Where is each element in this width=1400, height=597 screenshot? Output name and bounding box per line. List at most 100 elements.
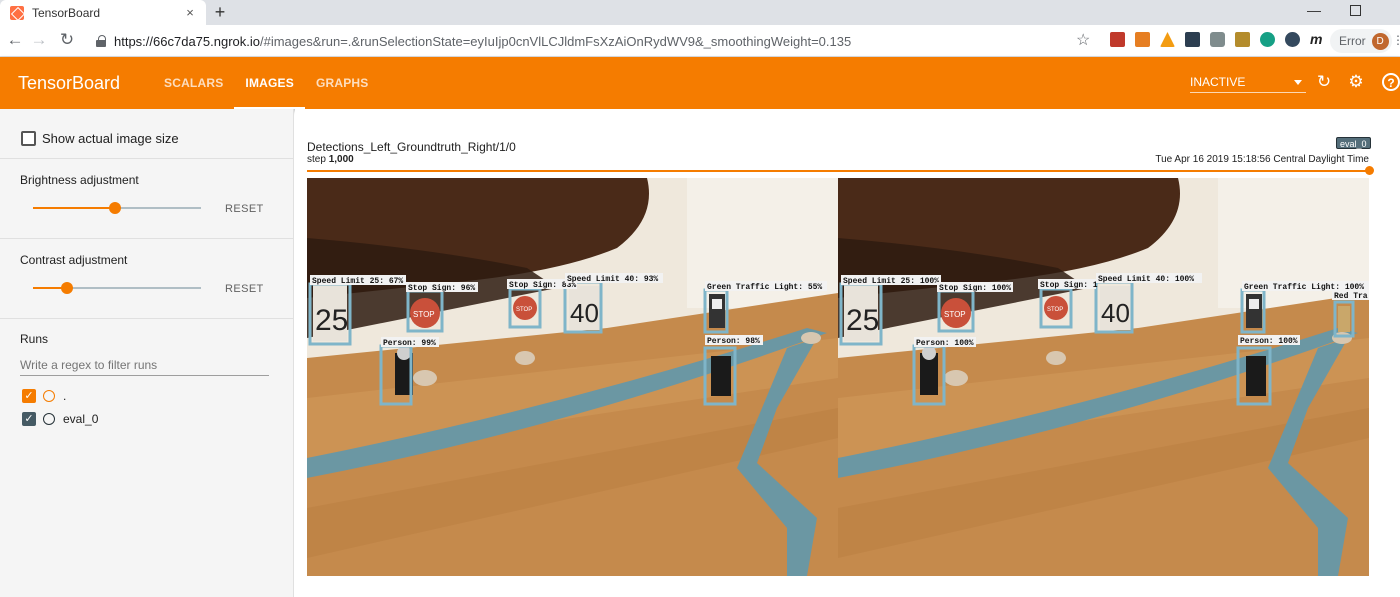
brightness-section: Brightness adjustment RESET xyxy=(0,159,294,239)
inactive-dashboards-dropdown[interactable]: INACTIVE xyxy=(1190,71,1306,93)
new-tab-button[interactable]: + xyxy=(210,1,230,23)
svg-text:Speed Limit 25: 67%: Speed Limit 25: 67% xyxy=(312,277,403,286)
brightness-reset-button[interactable]: RESET xyxy=(225,203,264,215)
browser-menu-icon[interactable]: ⋮ xyxy=(1392,33,1400,47)
svg-text:Red Tra: Red Tra xyxy=(1334,292,1368,301)
image-tag-title: Detections_Left_Groundtruth_Right/1/0 xyxy=(307,140,516,154)
contrast-slider[interactable] xyxy=(33,282,201,294)
svg-text:STOP: STOP xyxy=(413,310,435,319)
tab-images[interactable]: IMAGES xyxy=(234,57,305,109)
groundtruth-image-right: 25 STOP STOP 40 Speed Limit 25: 100% Sto… xyxy=(838,178,1369,576)
svg-text:Speed Limit 40: 93%: Speed Limit 40: 93% xyxy=(567,275,658,284)
contrast-title: Contrast adjustment xyxy=(20,253,128,267)
show-actual-size-checkbox[interactable] xyxy=(21,131,36,146)
run-name: eval_0 xyxy=(63,412,99,426)
tab-scalars[interactable]: SCALARS xyxy=(153,57,234,109)
extension-1-icon[interactable] xyxy=(1110,32,1125,47)
close-tab-icon[interactable]: × xyxy=(182,5,198,20)
extension-7-icon[interactable] xyxy=(1260,32,1275,47)
bookmark-star-icon[interactable]: ☆ xyxy=(1076,30,1090,50)
url-path: /#images&run=.&runSelectionState=eyIuIjp… xyxy=(260,33,852,49)
camera-extension-icon[interactable] xyxy=(1210,32,1225,47)
extension-4-icon[interactable] xyxy=(1185,32,1200,47)
contrast-reset-button[interactable]: RESET xyxy=(225,283,264,295)
svg-text:STOP: STOP xyxy=(516,307,532,313)
forward-arrow-icon[interactable]: → xyxy=(28,29,50,51)
back-arrow-icon[interactable]: ← xyxy=(4,29,26,51)
svg-text:Person: 98%: Person: 98% xyxy=(707,337,760,346)
svg-text:Person: 100%: Person: 100% xyxy=(1240,337,1298,346)
run-badge: eval_0 xyxy=(1336,137,1371,149)
help-icon[interactable]: ? xyxy=(1382,73,1400,91)
extension-6-icon[interactable] xyxy=(1235,32,1250,47)
detections-image-left: 25 STOP STOP 40 Speed Limit 25: 67% Stop… xyxy=(307,178,838,576)
error-label: Error xyxy=(1339,34,1366,48)
reload-data-icon[interactable]: ↻ xyxy=(1314,72,1334,92)
svg-text:25: 25 xyxy=(315,304,348,337)
address-bar[interactable]: https://66c7da75.ngrok.io /#images&run=.… xyxy=(88,28,1108,54)
brightness-slider-knob[interactable] xyxy=(109,202,122,214)
step-slider-knob[interactable] xyxy=(1365,166,1374,175)
m-extension-icon[interactable]: m xyxy=(1310,32,1325,47)
svg-text:Person: 100%: Person: 100% xyxy=(916,339,974,348)
run-row-dot[interactable]: ✓ . xyxy=(22,387,66,405)
browser-tab[interactable]: TensorBoard × xyxy=(0,0,206,25)
run-color-circle-icon xyxy=(43,413,55,425)
svg-text:Speed Limit 40: 100%: Speed Limit 40: 100% xyxy=(1098,275,1194,284)
tensorboard-favicon-icon xyxy=(10,5,24,20)
tensorboard-header: TensorBoard SCALARS IMAGES GRAPHS INACTI… xyxy=(0,57,1400,109)
sidebar: Show actual image size Brightness adjust… xyxy=(0,109,294,597)
svg-text:25: 25 xyxy=(846,304,879,337)
contrast-slider-knob[interactable] xyxy=(60,282,73,294)
run-color-circle-icon xyxy=(43,390,55,402)
step-slider[interactable] xyxy=(307,166,1374,175)
dashboard-tabs: SCALARS IMAGES GRAPHS xyxy=(153,57,380,109)
contrast-section: Contrast adjustment RESET xyxy=(0,239,294,319)
run-name: . xyxy=(63,389,67,403)
show-actual-size-label: Show actual image size xyxy=(42,131,179,146)
extension-2-icon[interactable] xyxy=(1135,32,1150,47)
run-filter-input[interactable] xyxy=(20,354,269,376)
svg-text:Stop Sign: 100%: Stop Sign: 100% xyxy=(939,284,1011,293)
dropdown-caret-icon xyxy=(1294,80,1302,85)
svg-text:Speed Limit 25: 100%: Speed Limit 25: 100% xyxy=(843,277,939,286)
inactive-dropdown-label: INACTIVE xyxy=(1190,75,1246,89)
extension-icons: m xyxy=(1110,32,1325,47)
brightness-slider-fill xyxy=(33,207,116,209)
svg-text:Person: 99%: Person: 99% xyxy=(383,339,436,348)
profile-error-button[interactable]: Error D xyxy=(1330,29,1392,53)
step-label: step xyxy=(307,154,326,165)
browser-tab-title: TensorBoard xyxy=(32,5,101,20)
lock-icon xyxy=(96,35,106,47)
svg-text:Stop Sign: 1: Stop Sign: 1 xyxy=(1040,281,1098,290)
vlc-extension-icon[interactable] xyxy=(1160,32,1175,47)
extension-8-icon[interactable] xyxy=(1285,32,1300,47)
svg-text:40: 40 xyxy=(1101,298,1130,328)
run-row-eval-0[interactable]: ✓ eval_0 xyxy=(22,410,98,428)
run-checkbox[interactable]: ✓ xyxy=(22,412,36,426)
run-checkbox[interactable]: ✓ xyxy=(22,389,36,403)
svg-text:Stop Sign: 96%: Stop Sign: 96% xyxy=(408,284,475,293)
reload-icon[interactable]: ↻ xyxy=(56,29,78,51)
svg-text:STOP: STOP xyxy=(944,310,966,319)
minimize-window-icon[interactable]: — xyxy=(1296,0,1332,22)
step-indicator: step 1,000 xyxy=(307,154,354,165)
browser-toolbar: ← → ↻ https://66c7da75.ngrok.io /#images… xyxy=(0,25,1400,57)
step-value: 1,000 xyxy=(328,154,354,165)
image-timestamp: Tue Apr 16 2019 15:18:56 Central Dayligh… xyxy=(1155,154,1369,165)
browser-tab-strip: TensorBoard × + — xyxy=(0,0,1400,25)
images-main-panel: Detections_Left_Groundtruth_Right/1/0 ev… xyxy=(295,109,1400,597)
settings-gear-icon[interactable]: ⚙ xyxy=(1346,72,1366,92)
runs-title: Runs xyxy=(20,332,49,346)
tab-graphs[interactable]: GRAPHS xyxy=(305,57,380,109)
avatar: D xyxy=(1371,32,1389,50)
maximize-window-icon[interactable] xyxy=(1336,0,1372,22)
image-size-section: Show actual image size xyxy=(0,109,294,159)
svg-text:STOP: STOP xyxy=(1047,307,1063,313)
detection-image: 25 STOP STOP 40 Speed Limit 25: 67% Stop… xyxy=(307,178,1372,576)
brightness-slider[interactable] xyxy=(33,202,201,214)
svg-text:40: 40 xyxy=(570,298,599,328)
brightness-title: Brightness adjustment xyxy=(20,173,139,187)
svg-text:Green Traffic Light: 55%: Green Traffic Light: 55% xyxy=(707,283,822,292)
app-title: TensorBoard xyxy=(18,73,121,93)
